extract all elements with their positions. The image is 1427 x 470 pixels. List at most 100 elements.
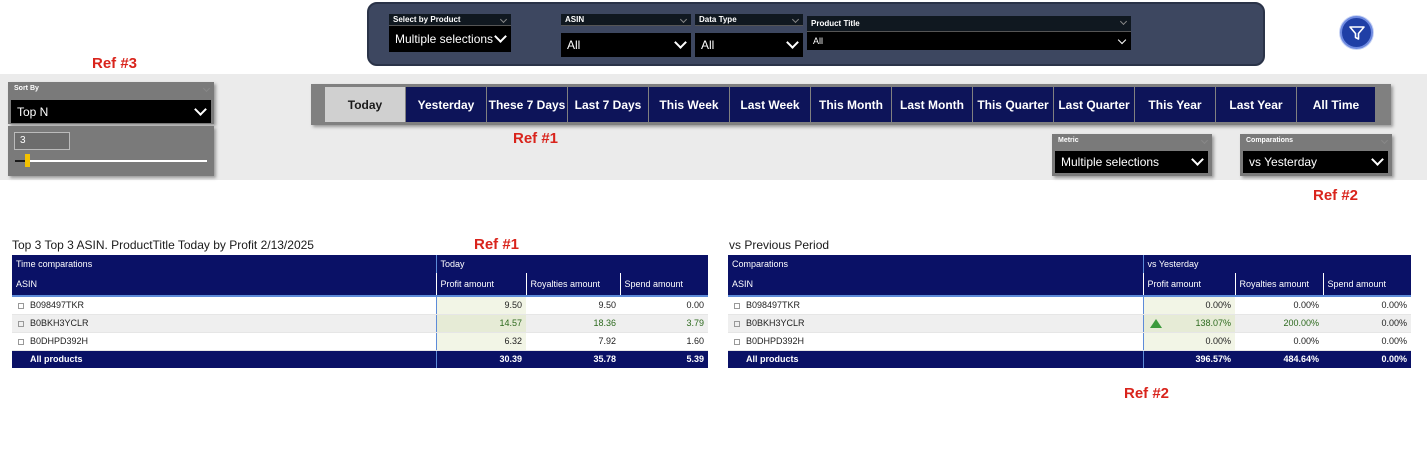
- tab-all-time[interactable]: All Time: [1297, 87, 1375, 122]
- total-label: All products: [12, 350, 436, 368]
- expand-icon[interactable]: [18, 302, 24, 309]
- royalties-cell: 0.00%: [1235, 332, 1323, 351]
- table-row[interactable]: B0BKH3YCLR 138.07% 200.00% 0.00%: [728, 314, 1411, 333]
- asin-cell: B0DHPD392H: [12, 332, 436, 351]
- filter-button[interactable]: [1340, 16, 1373, 49]
- column-header-profit[interactable]: Profit amount: [435, 273, 526, 297]
- table-row[interactable]: B0DHPD392H 6.32 7.92 1.60: [12, 332, 708, 351]
- column-header-asin[interactable]: ASIN: [728, 273, 1143, 297]
- data-type-dropdown[interactable]: All: [695, 33, 803, 57]
- table-row[interactable]: B0BKH3YCLR 14.57 18.36 3.79: [12, 314, 708, 333]
- tab-last-year[interactable]: Last Year: [1216, 87, 1296, 122]
- royalties-cell: 0.00%: [1235, 296, 1323, 315]
- asin-text: B098497TKR: [746, 300, 801, 311]
- comparations-slicer[interactable]: Comparations vs Yesterday: [1240, 134, 1392, 176]
- asin-cell: B0DHPD392H: [728, 332, 1143, 351]
- column-header-profit[interactable]: Profit amount: [1142, 273, 1235, 297]
- metric-value: Multiple selections: [1061, 155, 1160, 169]
- tab-today[interactable]: Today: [325, 87, 405, 122]
- total-spend: 0.00%: [1323, 350, 1411, 368]
- total-royalties: 35.78: [526, 350, 620, 368]
- table-group-header: Comparations vs Yesterday: [728, 255, 1411, 273]
- expand-icon[interactable]: [734, 320, 740, 327]
- profit-value: 0.00%: [1205, 300, 1231, 311]
- profit-value: 14.57: [499, 318, 522, 328]
- asin-text: B0DHPD392H: [30, 336, 89, 346]
- asin-dropdown[interactable]: All: [561, 33, 691, 57]
- royalties-cell: 18.36: [526, 314, 620, 333]
- tab-this-quarter[interactable]: This Quarter: [973, 87, 1053, 122]
- tab-these-7-days[interactable]: These 7 Days: [487, 87, 567, 122]
- chevron-down-icon: [674, 36, 687, 49]
- tab-last-month[interactable]: Last Month: [892, 87, 972, 122]
- product-title-value: All: [813, 36, 824, 46]
- tab-last-quarter[interactable]: Last Quarter: [1054, 87, 1134, 122]
- asin-slicer[interactable]: ASIN All: [561, 14, 691, 57]
- chevron-down-icon: [194, 102, 207, 116]
- chevron-down-icon: [786, 36, 799, 49]
- tab-this-month[interactable]: This Month: [811, 87, 891, 122]
- tab-last-week[interactable]: Last Week: [730, 87, 810, 122]
- spend-cell: 0.00%: [1323, 314, 1411, 333]
- asin-text: B0DHPD392H: [746, 336, 805, 346]
- table-total-row: All products 396.57% 484.64% 0.00%: [728, 350, 1411, 368]
- total-label: All products: [728, 350, 1143, 368]
- column-header-royalties[interactable]: Royalties amount: [525, 273, 620, 297]
- left-matrix-table: Time comparations Today ASIN Profit amou…: [12, 255, 708, 368]
- total-profit: 396.57%: [1142, 350, 1235, 368]
- table-row[interactable]: B098497TKR 0.00% 0.00% 0.00%: [728, 296, 1411, 315]
- column-header-royalties[interactable]: Royalties amount: [1234, 273, 1323, 297]
- data-type-slicer[interactable]: Data Type All: [695, 14, 803, 57]
- chevron-down-icon: [1191, 153, 1204, 166]
- table-row[interactable]: B098497TKR 9.50 9.50 0.00: [12, 296, 708, 315]
- comparations-label: Comparations: [1246, 137, 1294, 144]
- column-header-spend[interactable]: Spend amount: [1322, 273, 1411, 297]
- select-by-product-slicer[interactable]: Select by Product Multiple selections: [389, 14, 511, 52]
- group-header-cell: Today: [435, 255, 708, 273]
- profit-cell: 6.32: [435, 332, 526, 351]
- asin-cell: B0BKH3YCLR: [12, 314, 436, 333]
- product-title-label: Product Title: [807, 16, 1131, 32]
- expand-icon[interactable]: [18, 338, 24, 345]
- profit-value: 6.32: [504, 336, 522, 346]
- asin-text: B098497TKR: [30, 300, 85, 311]
- product-title-slicer[interactable]: Product Title All: [807, 16, 1131, 50]
- tab-this-year[interactable]: This Year: [1135, 87, 1215, 122]
- top-n-input[interactable]: 3: [14, 132, 70, 150]
- group-header-cell: vs Yesterday: [1142, 255, 1411, 273]
- filter-bar: Select by Product Multiple selections AS…: [367, 2, 1265, 66]
- column-header-asin[interactable]: ASIN: [12, 273, 436, 297]
- expand-icon[interactable]: [734, 338, 740, 345]
- top-n-slicer: 3: [8, 126, 214, 176]
- sort-by-label: Sort By: [14, 85, 39, 92]
- table-row[interactable]: B0DHPD392H 0.00% 0.00% 0.00%: [728, 332, 1411, 351]
- asin-cell: B098497TKR: [12, 296, 436, 315]
- asin-text: B0BKH3YCLR: [30, 318, 89, 328]
- table-group-header: Time comparations Today: [12, 255, 708, 273]
- data-type-label: Data Type: [695, 14, 803, 26]
- asin-cell: B0BKH3YCLR: [728, 314, 1143, 333]
- total-spend: 5.39: [620, 350, 708, 368]
- product-title-dropdown[interactable]: All: [807, 32, 1131, 50]
- top-n-slider-track[interactable]: [15, 160, 207, 162]
- up-arrow-icon: [1149, 318, 1162, 328]
- profit-cell: 14.57: [435, 314, 526, 333]
- column-header-spend[interactable]: Spend amount: [619, 273, 708, 297]
- metric-dropdown[interactable]: Multiple selections: [1055, 151, 1208, 173]
- metric-slicer[interactable]: Metric Multiple selections: [1052, 134, 1212, 176]
- top-n-slider-handle[interactable]: [25, 154, 30, 167]
- left-table-title: Top 3 Top 3 ASIN. ProductTitle Today by …: [12, 238, 314, 252]
- expand-icon[interactable]: [734, 302, 740, 309]
- tab-last-7-days[interactable]: Last 7 Days: [568, 87, 648, 122]
- profit-value: 138.07%: [1195, 318, 1231, 328]
- spend-cell: 0.00%: [1323, 296, 1411, 315]
- expand-icon[interactable]: [18, 320, 24, 327]
- sort-by-dropdown[interactable]: Top N: [11, 100, 211, 123]
- sort-by-slicer[interactable]: Sort By Top N: [8, 82, 214, 124]
- tab-yesterday[interactable]: Yesterday: [406, 87, 486, 122]
- tab-this-week[interactable]: This Week: [649, 87, 729, 122]
- royalties-cell: 9.50: [526, 296, 620, 315]
- right-table-title: vs Previous Period: [729, 238, 830, 252]
- comparations-dropdown[interactable]: vs Yesterday: [1243, 151, 1388, 173]
- select-by-product-dropdown[interactable]: Multiple selections: [389, 26, 511, 52]
